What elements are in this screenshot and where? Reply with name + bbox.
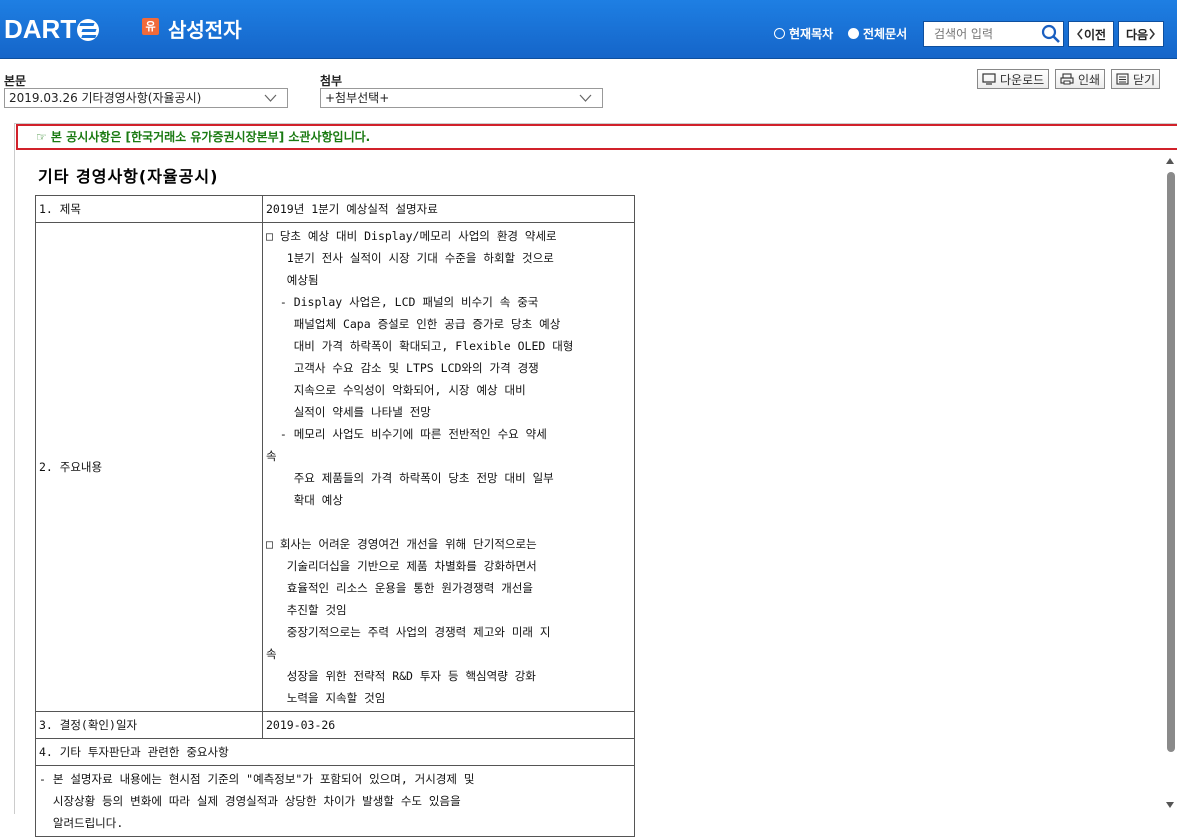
chevron-right-icon bbox=[1149, 28, 1156, 40]
prev-label: 이전 bbox=[1083, 27, 1107, 42]
scroll-thumb[interactable] bbox=[1167, 172, 1175, 752]
table-row: 2. 주요내용 □ 당초 예상 대비 Display/메모리 사업의 환경 약세… bbox=[35, 222, 635, 712]
row-key-title: 1. 제목 bbox=[35, 195, 263, 223]
table-row: 3. 결정(확인)일자 2019-03-26 bbox=[35, 711, 635, 739]
radio-current-label: 현재목차 bbox=[789, 27, 834, 41]
row-key-main-content: 2. 주요내용 bbox=[35, 222, 263, 712]
radio-checked-icon bbox=[848, 28, 859, 39]
print-button[interactable]: 인쇄 bbox=[1055, 69, 1106, 89]
chevron-left-icon bbox=[1076, 28, 1083, 40]
monitor-icon bbox=[982, 73, 996, 85]
download-label: 다운로드 bbox=[1000, 72, 1045, 87]
radio-current-toc[interactable]: 현재목차 bbox=[774, 25, 833, 42]
top-bar: DART 유 삼성전자 현재목차 전체문서 이전 다음 bbox=[0, 0, 1177, 59]
row-value-main-content: □ 당초 예상 대비 Display/메모리 사업의 환경 약세로 1분기 전사… bbox=[262, 222, 635, 712]
radio-all-label: 전체문서 bbox=[863, 27, 908, 41]
download-button[interactable]: 다운로드 bbox=[977, 69, 1050, 89]
row-key-other-matters: 4. 기타 투자판단과 관련한 중요사항 bbox=[35, 738, 635, 766]
printer-icon bbox=[1060, 73, 1074, 85]
attachment-label: 첨부 bbox=[320, 74, 343, 88]
logo-text: DART bbox=[4, 14, 77, 44]
scroll-down-icon[interactable] bbox=[1166, 802, 1174, 808]
vertical-scrollbar[interactable] bbox=[1163, 150, 1177, 814]
chevron-down-icon bbox=[264, 94, 277, 102]
row-key-decision-date: 3. 결정(확인)일자 bbox=[35, 711, 263, 739]
row-value-other-matters: - 본 설명자료 내용에는 현시점 기준의 "예측정보"가 포함되어 있으며, … bbox=[35, 765, 635, 837]
print-label: 인쇄 bbox=[1078, 72, 1101, 87]
prev-button[interactable]: 이전 bbox=[1068, 21, 1114, 47]
dart-logo[interactable]: DART bbox=[4, 14, 100, 45]
attachment-select[interactable]: +첨부선택+ bbox=[320, 88, 603, 108]
table-row: - 본 설명자료 내용에는 현시점 기준의 "예측정보"가 포함되어 있으며, … bbox=[35, 765, 635, 837]
page-title: 기타 경영사항(자율공시) bbox=[38, 167, 219, 186]
search-icon[interactable] bbox=[1041, 24, 1061, 44]
radio-all-docs[interactable]: 전체문서 bbox=[848, 25, 907, 42]
row-value-title: 2019년 1분기 예상실적 설명자료 bbox=[262, 195, 635, 223]
scroll-up-icon[interactable] bbox=[1166, 158, 1174, 164]
close-button[interactable]: 닫기 bbox=[1111, 69, 1161, 89]
search-input[interactable] bbox=[924, 22, 1034, 46]
chevron-down-icon bbox=[579, 94, 592, 102]
logo-mark-icon bbox=[77, 18, 100, 41]
next-button[interactable]: 다음 bbox=[1118, 21, 1164, 47]
disclosure-table: 1. 제목 2019년 1분기 예상실적 설명자료 2. 주요내용 □ 당초 예… bbox=[35, 195, 635, 837]
main-doc-select-value: 2019.03.26 기타경영사항(자율공시) bbox=[9, 91, 202, 105]
row-value-decision-date: 2019-03-26 bbox=[262, 711, 635, 739]
company-name: 삼성전자 bbox=[168, 18, 242, 42]
corp-type-badge: 유 bbox=[142, 18, 159, 35]
next-label: 다음 bbox=[1125, 27, 1149, 42]
table-row: 1. 제목 2019년 1분기 예상실적 설명자료 bbox=[35, 195, 635, 223]
main-doc-select[interactable]: 2019.03.26 기타경영사항(자율공시) bbox=[4, 88, 288, 108]
radio-unchecked-icon bbox=[774, 28, 785, 39]
main-doc-label: 본문 bbox=[4, 74, 27, 88]
close-label: 닫기 bbox=[1133, 72, 1156, 87]
jurisdiction-notice: ☞ 본 공시사항은 [한국거래소 유가증권시장본부] 소관사항입니다. bbox=[16, 124, 1177, 150]
search-box bbox=[923, 21, 1064, 47]
close-doc-icon bbox=[1116, 73, 1129, 85]
attachment-select-value: +첨부선택+ bbox=[325, 91, 390, 105]
table-row: 4. 기타 투자판단과 관련한 중요사항 bbox=[35, 738, 635, 766]
